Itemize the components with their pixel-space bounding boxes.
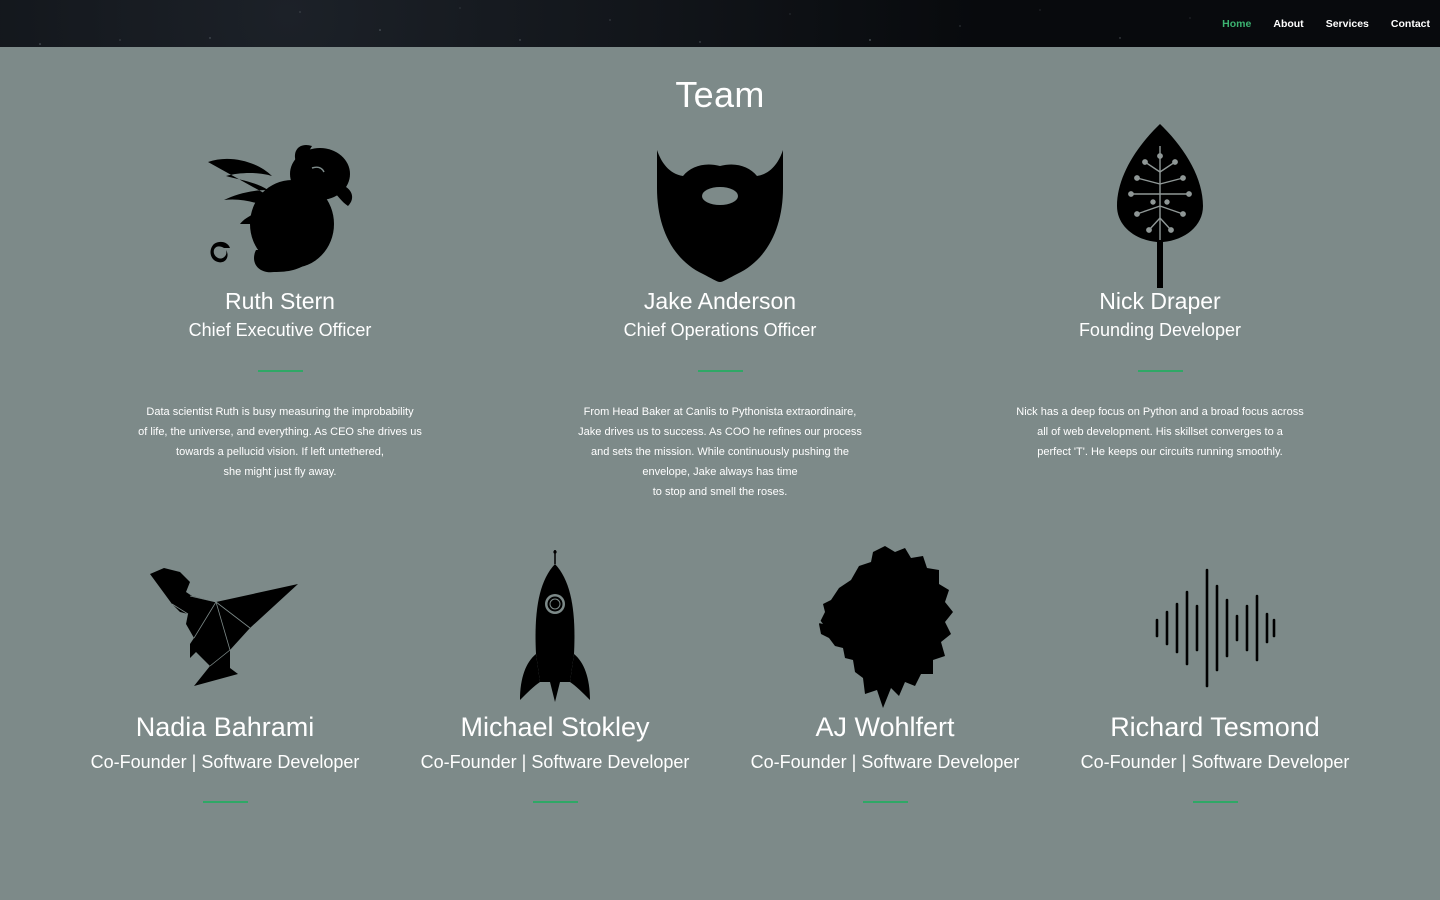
accent-divider [533,801,578,803]
accent-divider [203,801,248,803]
member-name: Nick Draper [1099,288,1221,314]
nav-link-services[interactable]: Services [1326,18,1369,30]
team-member-card: Ruth Stern Chief Executive Officer Data … [120,118,440,498]
member-name: AJ Wohlfert [815,712,955,742]
member-bio: From Head Baker at Canlis to Pythonista … [578,406,862,498]
lion-icon [745,542,1025,712]
sound-wave-icon [1075,566,1355,690]
team-member-card: Nadia Bahrami Co-Founder | Software Deve… [85,540,365,810]
member-name: Michael Stokley [460,712,650,742]
flying-rabbit-icon [120,132,440,282]
accent-divider [258,370,303,372]
accent-divider [863,801,908,803]
member-name: Richard Tesmond [1110,712,1320,742]
member-role: Chief Operations Officer [623,320,817,340]
beard-icon [560,148,880,284]
member-name: Ruth Stern [225,288,335,314]
circuit-leaf-icon [1000,122,1320,290]
team-member-card: AJ Wohlfert Co-Founder | Software Develo… [745,540,1025,810]
team-section-title: Team [675,74,765,115]
member-role: Co-Founder | Software Developer [1080,752,1350,772]
rocket-icon [415,550,695,705]
member-name: Nadia Bahrami [135,712,315,742]
member-role: Founding Developer [1078,320,1242,340]
team-member-card: Nick Draper Founding Developer Nick has … [1000,118,1320,498]
member-role: Co-Founder | Software Developer [750,752,1020,772]
top-navigation-bar: Home About Services Contact [0,0,1440,47]
nav-link-about[interactable]: About [1273,18,1303,30]
team-member-card: Jake Anderson Chief Operations Officer F… [560,118,880,508]
team-member-card: Richard Tesmond Co-Founder | Software De… [1075,540,1355,810]
nav-link-home[interactable]: Home [1222,18,1251,30]
member-bio: Data scientist Ruth is busy measuring th… [138,406,422,478]
member-name: Jake Anderson [643,288,797,314]
accent-divider [1138,370,1183,372]
member-role: Chief Executive Officer [188,320,372,340]
nav-links: Home About Services Contact [1200,0,1430,47]
accent-divider [1193,801,1238,803]
member-bio: Nick has a deep focus on Python and a br… [1016,406,1304,458]
accent-divider [698,370,743,372]
team-member-card: Michael Stokley Co-Founder | Software De… [415,540,695,810]
origami-dinosaur-icon [85,568,365,688]
nav-link-contact[interactable]: Contact [1391,18,1430,30]
member-role: Co-Founder | Software Developer [420,752,690,772]
member-role: Co-Founder | Software Developer [90,752,360,772]
